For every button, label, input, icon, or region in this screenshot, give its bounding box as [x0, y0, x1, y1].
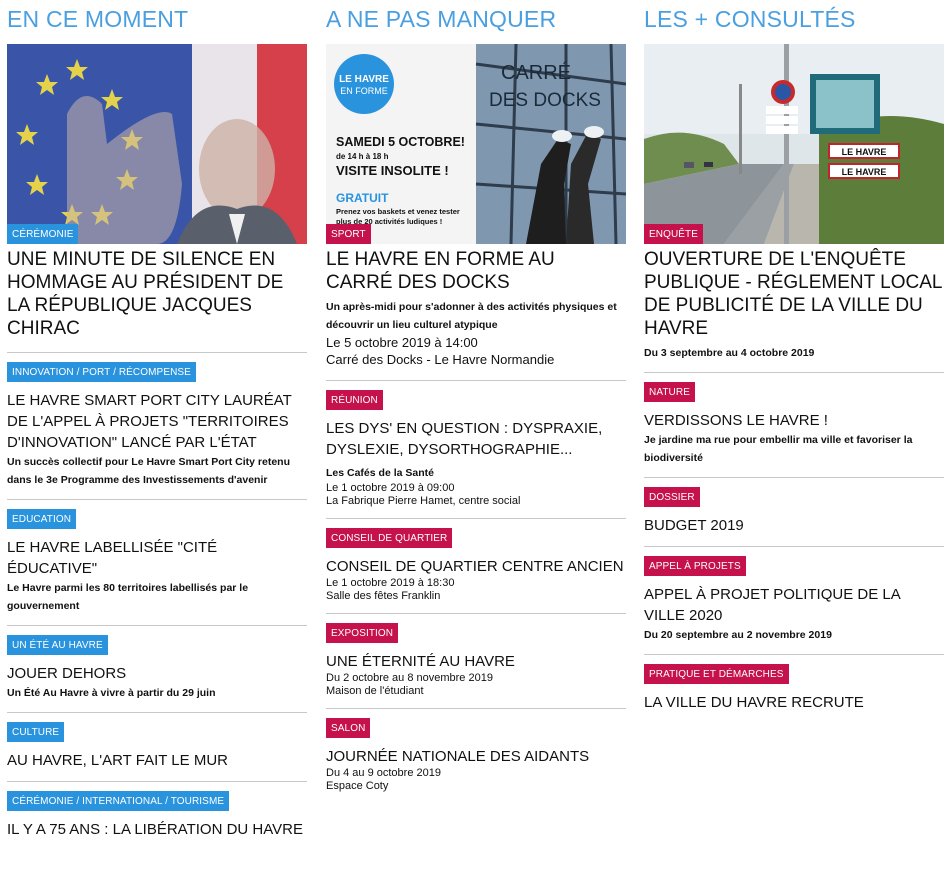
- list-item[interactable]: DOSSIER BUDGET 2019: [644, 477, 944, 546]
- poster-sign-1: CARRÉ: [501, 61, 571, 84]
- poster-free: GRATUIT: [336, 191, 389, 205]
- category-tag[interactable]: Réunion: [326, 390, 383, 410]
- event-date: Le 1 octobre 2019 à 18:30: [326, 577, 455, 589]
- category-tag[interactable]: PRATIQUE ET DÉMARCHES: [644, 664, 789, 684]
- chirac-photo: [7, 44, 307, 244]
- column-a-ne-pas-manquer: A NE PAS MANQUER CARRÉ DES DOCKS LE HAVR…: [326, 0, 626, 803]
- column-en-ce-moment: EN CE MOMENT CÉRÉMONIE UNE MINUTE DE SIL…: [7, 0, 307, 850]
- list-item[interactable]: APPEL À PROJETS APPEL À PROJET POLITIQUE…: [644, 546, 944, 654]
- item-title[interactable]: IL Y A 75 ANS : LA LIBÉRATION DU HAVRE: [7, 819, 307, 840]
- item-title[interactable]: UNE ÉTERNITÉ AU HAVRE: [326, 651, 626, 672]
- event-date: Le 5 octobre 2019 à 14:00: [326, 335, 478, 350]
- list-item[interactable]: CÉRÉMONIE / INTERNATIONAL / TOURISME IL …: [7, 781, 307, 850]
- category-tag[interactable]: ENQUÊTE: [644, 224, 704, 244]
- list-item[interactable]: NATURE VERDISSONS LE HAVRE ! Je jardine …: [644, 372, 944, 477]
- list-item[interactable]: EDUCATION LE HAVRE LABELLISÉE "CITÉ ÉDUC…: [7, 499, 307, 625]
- poster-sign-2: DES DOCKS: [489, 90, 601, 111]
- column-les-plus-consultes: LES + CONSULTÉS LE HAVRE LE HAVRE ENQUÊT…: [644, 0, 944, 723]
- item-description: Un Été Au Havre à vivre à partir du 29 j…: [7, 687, 216, 699]
- hero-image-chirac[interactable]: CÉRÉMONIE: [7, 44, 307, 244]
- event-date: Du 2 octobre au 8 novembre 2019: [326, 672, 493, 684]
- hero-image-reglement-publicite[interactable]: LE HAVRE LE HAVRE ENQUÊTE: [644, 44, 944, 244]
- item-description: Le Havre parmi les 80 territoires labell…: [7, 582, 249, 612]
- category-tag[interactable]: INNOVATION / PORT / RÉCOMPENSE: [7, 362, 196, 382]
- list-item[interactable]: Salon JOURNÉE NATIONALE DES AIDANTS Du 4…: [326, 708, 626, 803]
- hero-image-carre-des-docks[interactable]: CARRÉ DES DOCKS LE HAVRE EN FORME SAMEDI…: [326, 44, 626, 244]
- street-photo: LE HAVRE LE HAVRE: [644, 44, 944, 244]
- item-title[interactable]: CONSEIL DE QUARTIER CENTRE ANCIEN: [326, 556, 626, 577]
- poster-hours: de 14 h à 18 h: [336, 152, 389, 161]
- item-title[interactable]: LE HAVRE LABELLISÉE "CITÉ ÉDUCATIVE": [7, 537, 307, 579]
- item-title[interactable]: JOUER DEHORS: [7, 663, 307, 684]
- category-tag[interactable]: CULTURE: [7, 722, 65, 742]
- event-date: Du 4 au 9 octobre 2019: [326, 767, 441, 779]
- category-tag[interactable]: EDUCATION: [7, 509, 77, 529]
- list-item[interactable]: PRATIQUE ET DÉMARCHES LA VILLE DU HAVRE …: [644, 654, 944, 723]
- item-title[interactable]: AU HAVRE, L'ART FAIT LE MUR: [7, 750, 307, 771]
- category-tag[interactable]: NATURE: [644, 382, 695, 402]
- poster-visit: VISITE INSOLITE !: [336, 163, 449, 178]
- event-place: Espace Coty: [326, 780, 389, 792]
- sign-text-2: LE HAVRE: [842, 167, 887, 177]
- poster-logo-1: LE HAVRE: [339, 74, 389, 85]
- event-place: Salle des fêtes Franklin: [326, 590, 441, 602]
- event-place: La Fabrique Pierre Hamet, centre social: [326, 495, 521, 507]
- category-tag[interactable]: Exposition: [326, 623, 399, 643]
- list-item[interactable]: UN ÉTÉ AU HAVRE JOUER DEHORS Un Été Au H…: [7, 625, 307, 712]
- hero-title[interactable]: LE HAVRE EN FORME AU CARRÉ DES DOCKS: [326, 248, 626, 294]
- list-item[interactable]: INNOVATION / PORT / RÉCOMPENSE LE HAVRE …: [7, 352, 307, 499]
- poster-date: SAMEDI 5 OCTOBRE!: [336, 135, 465, 149]
- item-title[interactable]: BUDGET 2019: [644, 515, 944, 536]
- sign-text: LE HAVRE: [842, 147, 887, 157]
- item-description: Un succès collectif pour Le Havre Smart …: [7, 456, 290, 486]
- column-heading: EN CE MOMENT: [7, 6, 189, 32]
- item-description: Du 20 septembre au 2 novembre 2019: [644, 629, 832, 641]
- event-place: Carré des Docks - Le Havre Normandie: [326, 352, 555, 367]
- hero-title[interactable]: OUVERTURE DE L'ENQUÊTE PUBLIQUE - RÉGLEM…: [644, 248, 944, 340]
- category-tag[interactable]: CÉRÉMONIE / INTERNATIONAL / TOURISME: [7, 791, 230, 811]
- list-item[interactable]: CULTURE AU HAVRE, L'ART FAIT LE MUR: [7, 712, 307, 781]
- item-title[interactable]: LA VILLE DU HAVRE RECRUTE: [644, 692, 944, 713]
- hero-description: Un après-midi pour s'adonner à des activ…: [326, 301, 617, 331]
- category-tag[interactable]: APPEL À PROJETS: [644, 556, 746, 576]
- list-item[interactable]: Exposition UNE ÉTERNITÉ AU HAVRE Du 2 oc…: [326, 613, 626, 708]
- carre-des-docks-poster: CARRÉ DES DOCKS LE HAVRE EN FORME SAMEDI…: [326, 44, 626, 244]
- category-tag[interactable]: UN ÉTÉ AU HAVRE: [7, 635, 108, 655]
- item-title[interactable]: JOURNÉE NATIONALE DES AIDANTS: [326, 746, 626, 767]
- hero-description: Du 3 septembre au 4 octobre 2019: [644, 347, 815, 359]
- item-title[interactable]: LE HAVRE SMART PORT CITY LAURÉAT DE L'AP…: [7, 390, 307, 453]
- list-item[interactable]: Réunion LES DYS' EN QUESTION : DYSPRAXIE…: [326, 380, 626, 518]
- event-date: Le 1 octobre 2019 à 09:00: [326, 482, 455, 494]
- category-tag[interactable]: CONSEIL DE QUARTIER: [326, 528, 453, 548]
- item-title[interactable]: LES DYS' EN QUESTION : DYSPRAXIE, DYSLEX…: [326, 418, 626, 460]
- item-description: Je jardine ma rue pour embellir ma ville…: [644, 434, 913, 464]
- event-place: Maison de l'étudiant: [326, 685, 424, 697]
- hero-title[interactable]: UNE MINUTE DE SILENCE EN HOMMAGE AU PRÉS…: [7, 248, 307, 340]
- category-tag[interactable]: Salon: [326, 718, 371, 738]
- item-title[interactable]: VERDISSONS LE HAVRE !: [644, 410, 944, 431]
- category-tag[interactable]: DOSSIER: [644, 487, 700, 507]
- item-title[interactable]: APPEL À PROJET POLITIQUE DE LA VILLE 202…: [644, 584, 944, 626]
- item-subtitle: Les Cafés de la Santé: [326, 467, 434, 479]
- column-heading: LES + CONSULTÉS: [644, 6, 856, 32]
- category-tag[interactable]: CÉRÉMONIE: [7, 224, 79, 244]
- poster-logo-2: EN FORME: [340, 86, 388, 96]
- poster-free-sub1: Prenez vos baskets et venez tester: [336, 207, 460, 216]
- column-heading: A NE PAS MANQUER: [326, 6, 557, 32]
- list-item[interactable]: CONSEIL DE QUARTIER CONSEIL DE QUARTIER …: [326, 518, 626, 613]
- category-tag[interactable]: SPORT: [326, 224, 371, 244]
